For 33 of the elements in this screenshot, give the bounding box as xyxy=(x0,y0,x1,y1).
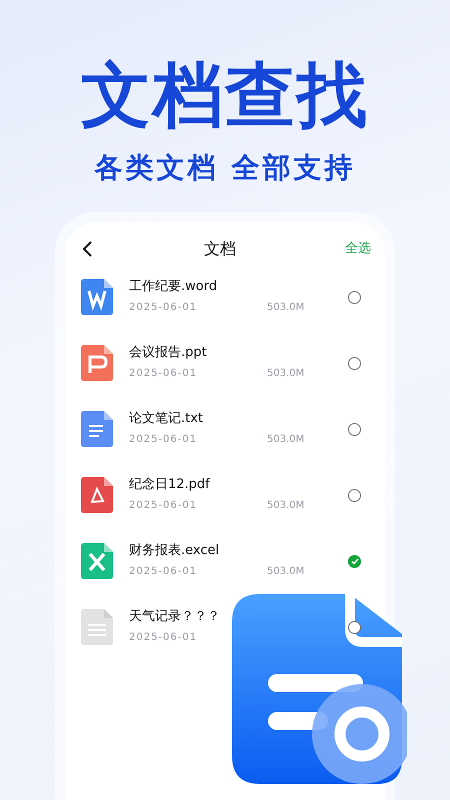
file-date: 2025-06-01 xyxy=(129,631,198,646)
subtitle: 各类文档 全部支持 xyxy=(93,154,356,182)
file-name: 论文笔记.txt xyxy=(129,410,204,426)
file-date: 2025-06-01 xyxy=(129,499,198,514)
select-radio[interactable] xyxy=(348,554,361,568)
ppt-file-icon xyxy=(81,345,113,381)
pdf-file-icon xyxy=(81,477,113,513)
file-name: 会议报告.ppt xyxy=(129,344,208,360)
select-all-link[interactable]: 全选 xyxy=(345,239,371,259)
select-radio[interactable] xyxy=(348,422,361,436)
file-size: 503.0M xyxy=(267,367,304,382)
file-size: 503.0M xyxy=(267,433,304,448)
select-radio[interactable] xyxy=(348,488,361,502)
file-name: 天气记录？？？ xyxy=(129,608,221,624)
file-date: 2025-06-01 xyxy=(129,367,198,382)
file-size: 503.0M xyxy=(267,499,304,514)
headline: 文档查找 xyxy=(80,53,370,130)
file-name: 纪念日12.pdf xyxy=(129,476,211,492)
file-name: 财务报表.excel xyxy=(129,542,220,558)
file-name: 工作纪要.word xyxy=(129,278,218,294)
file-date: 2025-06-01 xyxy=(129,301,198,316)
screen-title: 文档 xyxy=(204,238,236,260)
file-icon xyxy=(81,609,113,645)
file-size: 503.0M xyxy=(267,565,304,580)
file-date: 2025-06-01 xyxy=(129,565,198,580)
select-radio[interactable] xyxy=(348,290,361,304)
select-radio[interactable] xyxy=(348,356,361,370)
word-file-icon xyxy=(81,279,113,315)
file-size: 503.0M xyxy=(267,301,304,316)
text-file-icon xyxy=(81,411,113,447)
file-date: 2025-06-01 xyxy=(129,433,198,448)
check-icon xyxy=(350,558,358,564)
excel-file-icon xyxy=(81,543,113,579)
